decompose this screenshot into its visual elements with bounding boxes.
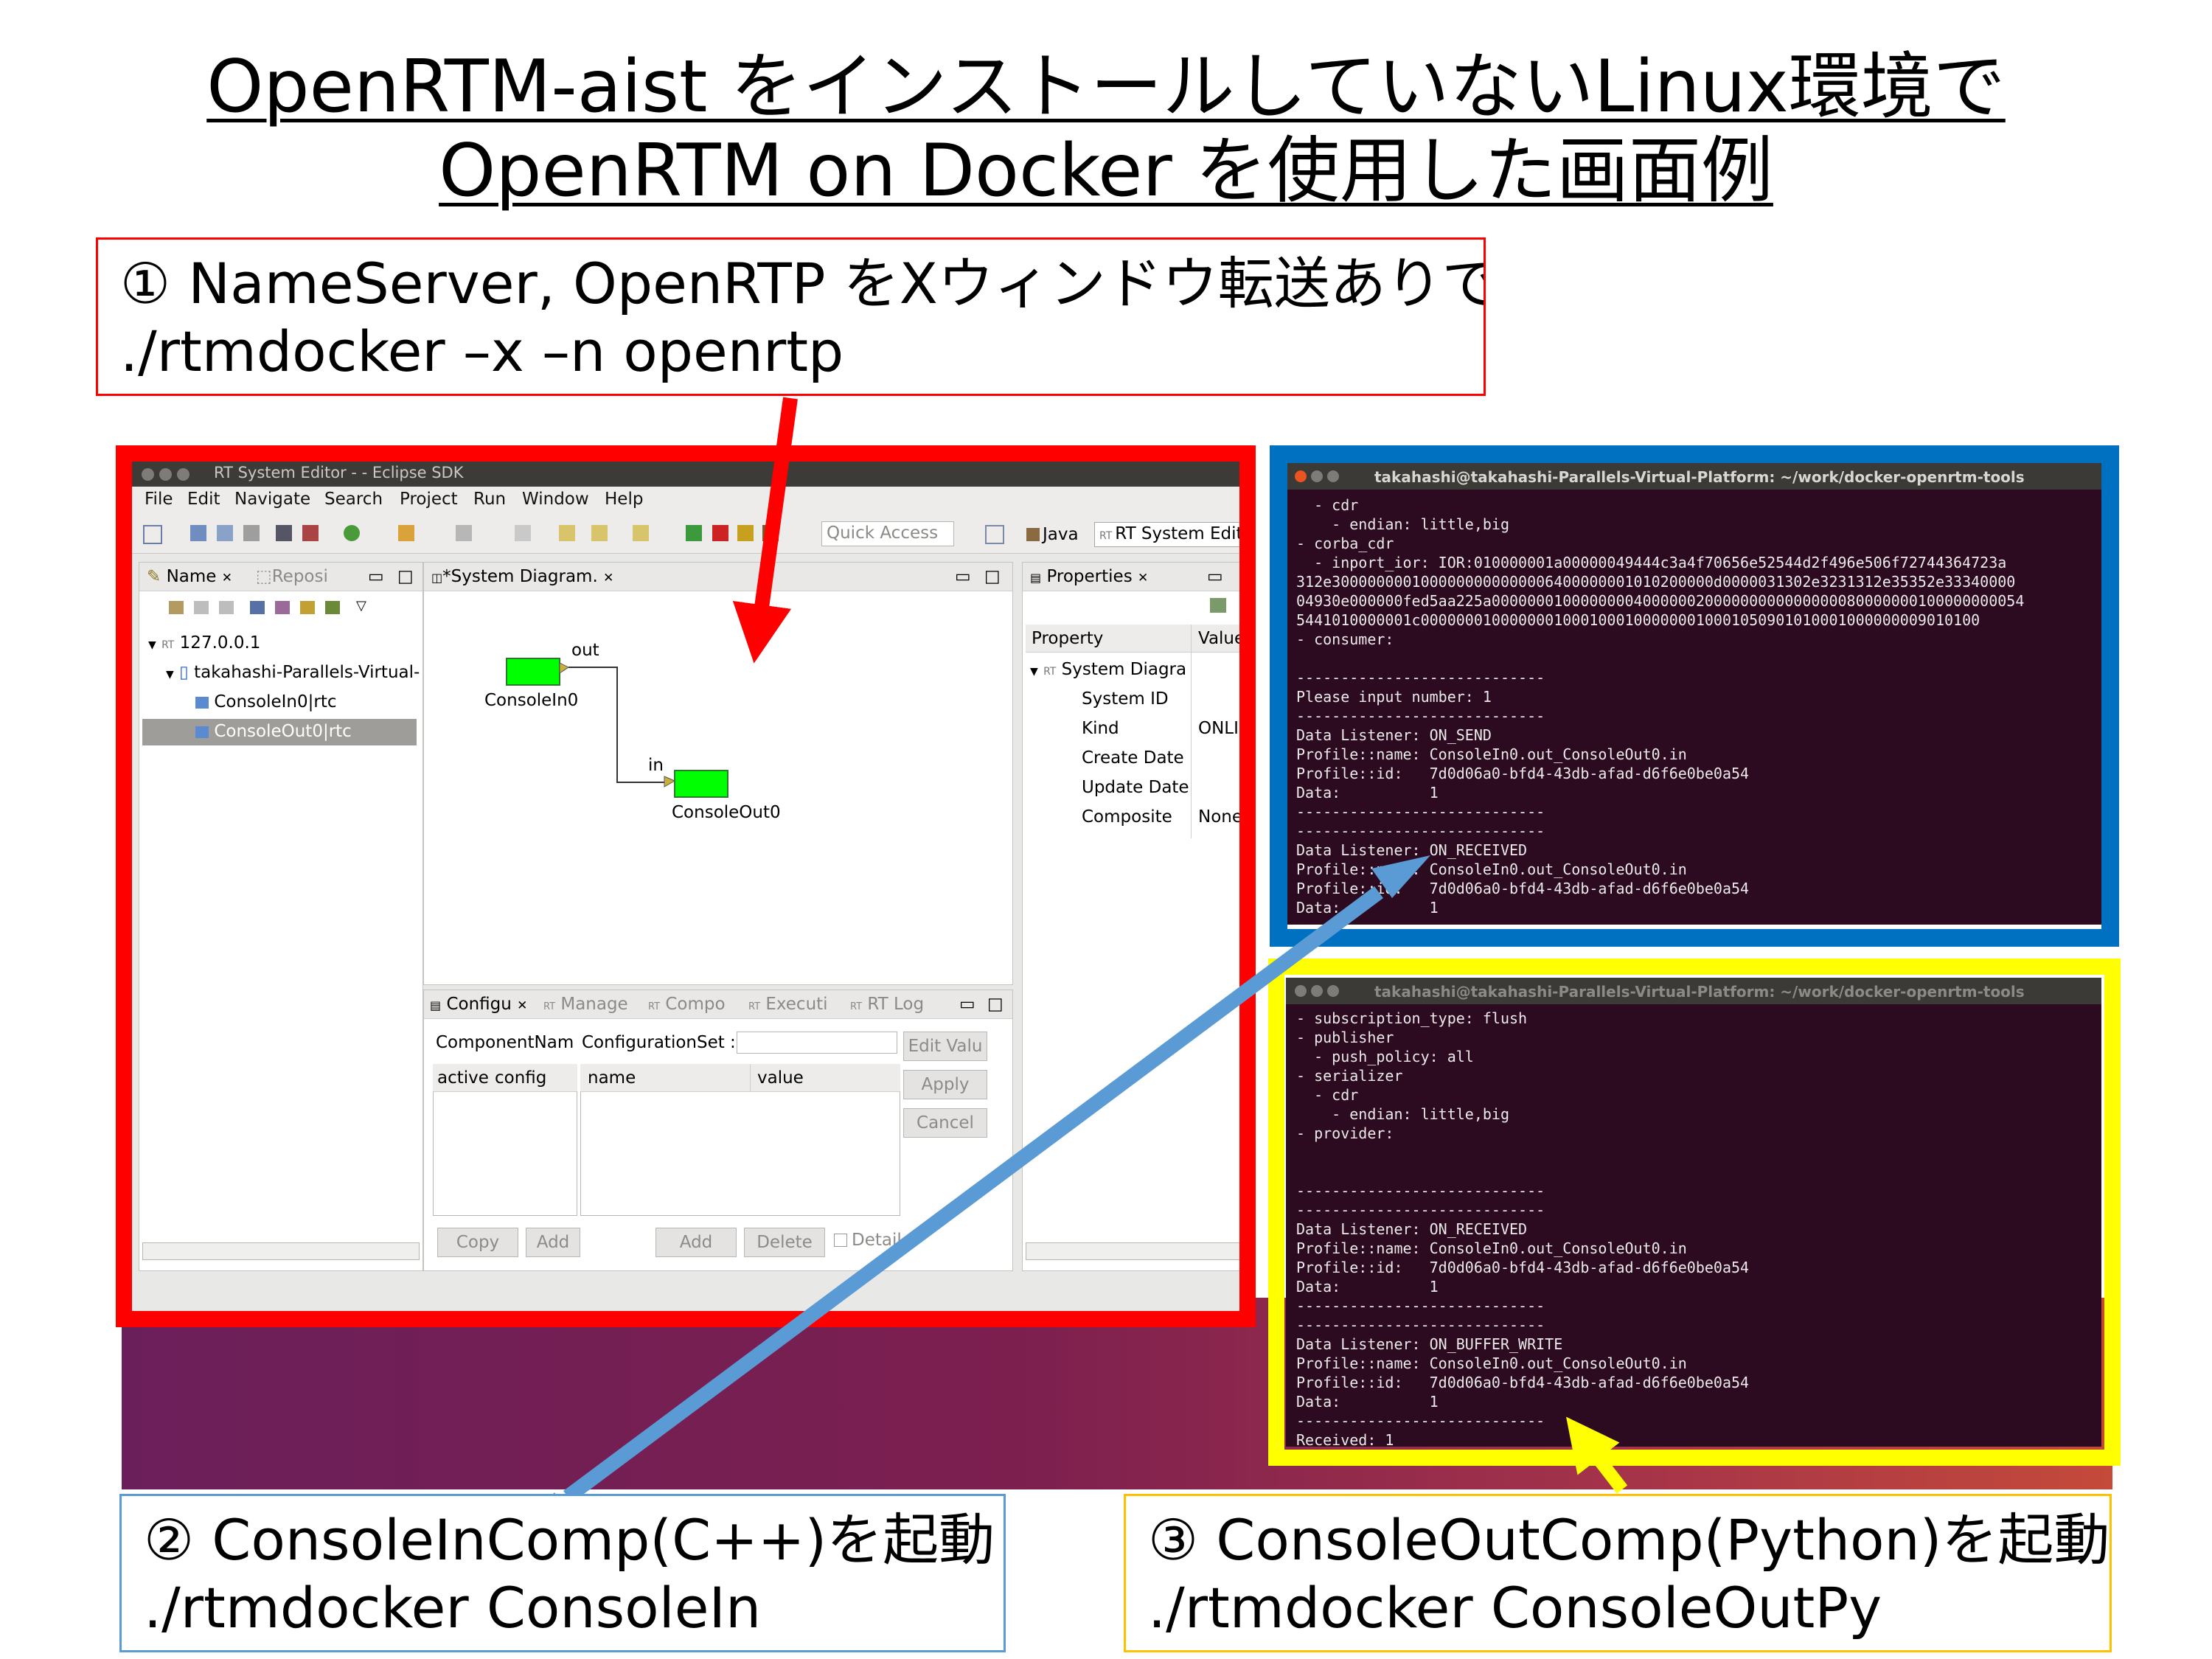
callout-step1-command: ./rtmdocker –x –n openrtp — [120, 319, 844, 384]
blue-highlight-frame — [1270, 445, 2119, 947]
callout-step3-command: ./rtmdocker ConsoleOutPy — [1148, 1575, 1882, 1641]
callout-step2-text: ② ConsoleInComp(C++)を起動 — [144, 1507, 995, 1573]
callout-step1: ① NameServer, OpenRTP をXウィンドウ転送ありで起動 ./r… — [96, 237, 1486, 396]
yellow-highlight-frame — [1268, 959, 2121, 1466]
slide-title-line2: OpenRTM on Docker を使用した画面例 — [439, 129, 1773, 213]
callout-step1-text: ① NameServer, OpenRTP をXウィンドウ転送ありで起動 — [120, 251, 1486, 316]
callout-step3: ③ ConsoleOutComp(Python)を起動 ./rtmdocker … — [1124, 1494, 2112, 1652]
red-highlight-frame — [116, 445, 1256, 1327]
callout-step2-command: ./rtmdocker ConsoleIn — [144, 1575, 762, 1641]
callout-step2: ② ConsoleInComp(C++)を起動 ./rtmdocker Cons… — [119, 1494, 1006, 1652]
callout-step3-text: ③ ConsoleOutComp(Python)を起動 — [1148, 1507, 2110, 1573]
